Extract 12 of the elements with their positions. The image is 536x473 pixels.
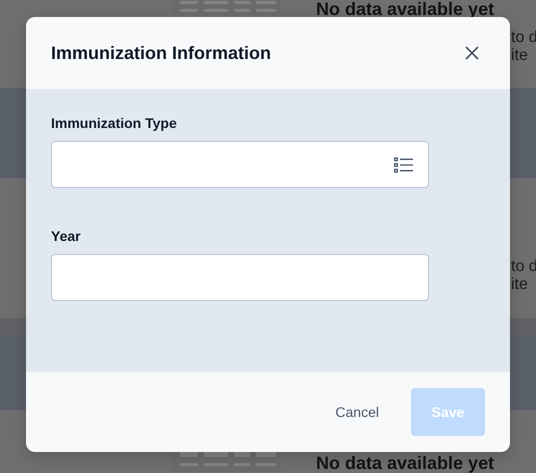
year-input[interactable] [51,254,429,301]
empty-state-heading: No data available yet [316,453,494,473]
field-label: Year [51,228,82,244]
cancel-button[interactable]: Cancel [323,388,391,436]
dialog-title: Immunization Information [51,42,271,64]
close-icon [464,45,480,61]
list-icon [394,156,414,172]
empty-state-text: ite [511,47,528,65]
empty-state-heading: No data available yet [316,0,494,18]
empty-state-text: ite [511,276,528,294]
field-label: Immunization Type [51,115,178,131]
select-field[interactable] [51,141,429,188]
